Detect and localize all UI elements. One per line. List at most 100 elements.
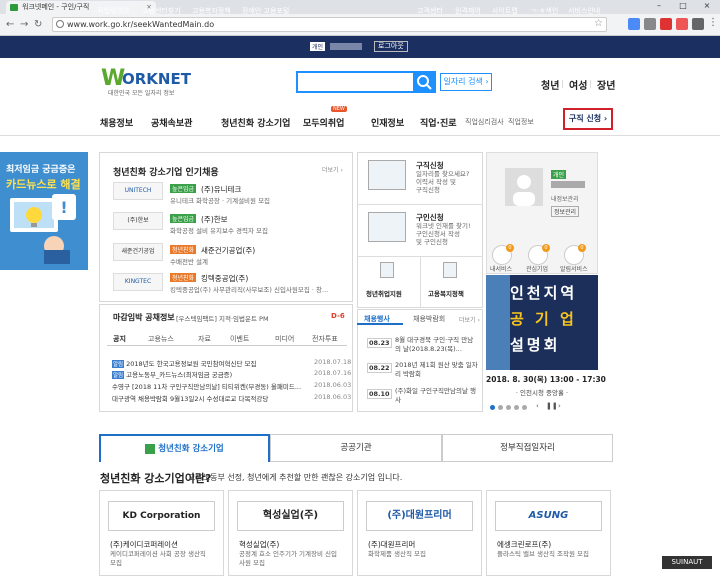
slide-dot[interactable]: [498, 405, 503, 410]
next-icon[interactable]: ›: [558, 402, 561, 410]
company-card[interactable]: (주)대원프리머 (주)대원프리머 화학제품 생산직 모집: [357, 490, 482, 576]
extension-icon[interactable]: [676, 18, 688, 30]
maximize-icon[interactable]: □: [672, 0, 694, 12]
monitor-search-icon: [368, 212, 406, 242]
company-logo[interactable]: (주)한보: [113, 212, 163, 230]
tab-public-institutions[interactable]: 공공기관: [270, 434, 442, 462]
company-name[interactable]: 킹텍중공업(주): [201, 273, 248, 284]
nav-item[interactable]: 채용정보: [100, 116, 133, 129]
detail-search-button[interactable]: 일자리 검색 ›: [440, 73, 492, 91]
forward-icon[interactable]: →: [20, 19, 28, 30]
extension-icon[interactable]: [628, 18, 640, 30]
nav-item[interactable]: 모두의취업: [303, 116, 344, 129]
company-logo[interactable]: UNITECH: [113, 182, 163, 200]
nav-item[interactable]: 인재정보: [371, 116, 404, 129]
company-card[interactable]: 혁성실업(주) 혁성실업(주) 공정계 효소 인주기가 기계장비 신입 사원 모…: [228, 490, 353, 576]
notice-tab[interactable]: 자료: [198, 334, 211, 344]
senior-link[interactable]: 장년: [597, 77, 615, 92]
event-item[interactable]: (주)화일 구인구직만남의날 행사: [395, 387, 479, 405]
company-name[interactable]: (주)유니테크: [201, 184, 241, 195]
search-button[interactable]: [413, 71, 436, 93]
notice-tab[interactable]: 고용뉴스: [148, 334, 174, 344]
company-name[interactable]: 새준건기공업(주): [201, 245, 255, 256]
util-link[interactable]: ㄱ-ㅎ색인: [530, 6, 558, 16]
browser-tab[interactable]: 워크넷메인 - 구인/구직 ×: [6, 1, 156, 14]
menu-icon[interactable]: ⋮: [708, 17, 718, 28]
company-logo[interactable]: 새준건기공업: [113, 243, 163, 261]
logout-button[interactable]: 로그아웃: [374, 41, 408, 52]
nav-item[interactable]: 직업·진로: [420, 116, 457, 129]
notice-tab[interactable]: 전자투표: [312, 334, 338, 344]
util-link[interactable]: 서비스안내: [568, 6, 600, 16]
welfare-link[interactable]: 고용복지정책: [428, 288, 464, 298]
star-icon[interactable]: ☆: [594, 18, 603, 29]
cardnews-banner[interactable]: 최저임금 궁금증은 카드뉴스로 해결 !: [0, 152, 88, 270]
jobseeker-desc: 일자리를 찾으세요? 이력서 작성 및 구직신청: [416, 170, 470, 194]
youth-support-link[interactable]: 청년취업지원: [366, 288, 402, 298]
extension-icon[interactable]: [660, 18, 672, 30]
prev-icon[interactable]: ‹: [536, 402, 539, 410]
slide-dot[interactable]: [506, 405, 511, 410]
manage-info-button[interactable]: 정보관리: [551, 206, 580, 217]
slide-dot[interactable]: [522, 405, 527, 410]
company-desc[interactable]: 화학공정 설비 유지보수 경력자 모집: [170, 225, 268, 235]
user-badge: 개인: [310, 42, 326, 51]
event-item[interactable]: 2018년 제1회 원산 맞춤 일자리 박람회: [395, 361, 479, 379]
util-link[interactable]: 고용센터찾기: [142, 6, 181, 16]
banner-date: 2018. 8. 30(목) 13:00 - 17:30: [486, 375, 606, 384]
more-link[interactable]: 더보기 ›: [459, 315, 480, 324]
notice-item[interactable]: 알림 고용노동부_카드뉴스(최저임금 궁금증): [112, 369, 232, 379]
back-icon[interactable]: ←: [6, 19, 14, 30]
util-link[interactable]: 장애인 고용포털: [242, 6, 289, 16]
notice-date: 2018.06.03: [314, 393, 352, 401]
company-desc[interactable]: 킹텍중공업(주) 사무관리직(사무보조) 신입사원모집 · 창...: [170, 284, 328, 294]
tab-government-jobs[interactable]: 정부직접일자리: [442, 434, 613, 462]
company-desc[interactable]: 유니테크 화학공장 · 기계설비원 모집: [170, 195, 270, 205]
more-link[interactable]: 더보기 ›: [322, 165, 343, 174]
slide-dot[interactable]: [490, 405, 495, 410]
event-item[interactable]: 8월 대구경북 구인·구직 만남의 날(2018.8.23(목)...: [395, 336, 479, 354]
nav-item[interactable]: 공채속보관: [151, 116, 192, 129]
deadline-sub[interactable]: [우스텍임팩트] 지적·임법운트 PM: [176, 313, 269, 323]
notice-tab[interactable]: 공지: [113, 334, 126, 344]
company-desc[interactable]: 수배전반 설계: [170, 256, 208, 266]
slide-dot[interactable]: [514, 405, 519, 410]
util-link[interactable]: 직업워크넷: [97, 6, 129, 16]
extension-icon[interactable]: [692, 18, 704, 30]
nav-small[interactable]: 직업심리검사: [465, 117, 504, 127]
count-badge: 0: [578, 244, 586, 252]
notice-tab[interactable]: 미디어: [275, 334, 294, 344]
banner-line: 인천지역: [510, 284, 578, 302]
pause-icon[interactable]: ❚❚: [546, 402, 558, 410]
company-logo[interactable]: KINGTEC: [113, 273, 163, 291]
util-link[interactable]: 원격제어: [455, 6, 481, 16]
nav-small[interactable]: 직업정보: [508, 117, 534, 127]
notice-item[interactable]: 대구광역 채용박람회 9월13일2시 수성대로교 다목적강당: [112, 393, 268, 403]
extension-icon[interactable]: [644, 18, 656, 30]
reload-icon[interactable]: ↻: [34, 19, 42, 30]
util-link[interactable]: 사이트맵: [492, 6, 518, 16]
notice-item[interactable]: 수영구 [2018 11차 구인구직만남의날] 티티위켄(부경동) 올패미드..…: [112, 381, 301, 391]
notice-item[interactable]: 알림 2018년도 한국고용정보원 국민참여혁신단 모집: [112, 358, 257, 368]
company-card[interactable]: KD Corporation (주)케이디코퍼레이션 케이디코퍼레이션 사회 공…: [99, 490, 224, 576]
url-field[interactable]: www.work.go.kr/seekWantedMain.do: [52, 17, 607, 32]
youth-link[interactable]: 청년: [541, 77, 559, 92]
women-link[interactable]: 여성: [569, 77, 587, 92]
banner-line2: 카드뉴스로 해결: [6, 178, 81, 191]
close-window-icon[interactable]: ×: [696, 0, 718, 12]
job-apply-button[interactable]: 구직 신청 ›: [563, 108, 613, 130]
notice-tab[interactable]: 이벤트: [230, 334, 249, 344]
tab-youth-companies[interactable]: 청년친화 강소기업: [99, 434, 270, 462]
nav-item[interactable]: 청년친화 강소기업: [221, 116, 290, 129]
lightbulb-illustration-icon: !: [10, 194, 76, 264]
event-tab[interactable]: 채용박람회: [413, 314, 445, 324]
trophy-icon: [145, 443, 156, 454]
event-tab[interactable]: 채용행사: [364, 314, 390, 324]
minimize-icon[interactable]: –: [648, 0, 670, 12]
util-link[interactable]: 고객센터: [417, 6, 443, 16]
util-link[interactable]: 고용복지정책: [192, 6, 231, 16]
company-name[interactable]: (주)한보: [201, 214, 228, 225]
tab-title: 워크넷메인 - 구인/구직: [22, 3, 90, 11]
company-card[interactable]: ASUNG 에셍크린로프(주) 플라스틱 밸브 생산직 조작원 모집: [486, 490, 611, 576]
logo-text[interactable]: ORKNET: [122, 70, 191, 88]
